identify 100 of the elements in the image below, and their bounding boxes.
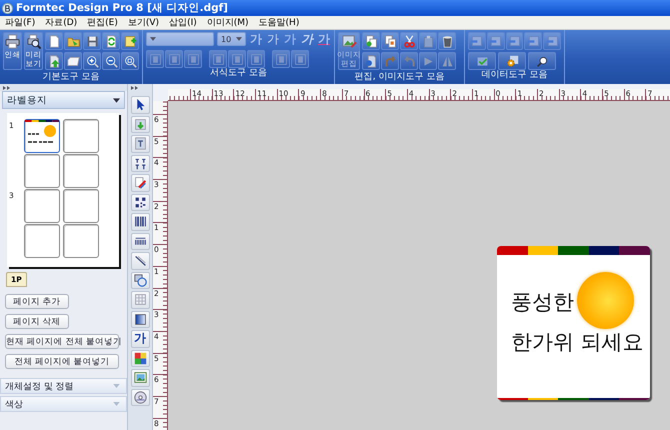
- text-box-icon: [134, 137, 146, 150]
- caret-icon: [113, 402, 120, 406]
- label-cell[interactable]: [24, 154, 60, 188]
- menu-item[interactable]: 보기(V): [128, 16, 160, 29]
- qr-code-icon: [134, 196, 146, 209]
- tool-button[interactable]: [130, 154, 150, 172]
- toolbar-group-label: 기본도구 모음: [42, 72, 100, 83]
- page-arrow-icon: [48, 54, 60, 68]
- menu-item[interactable]: 도움말(H): [258, 16, 300, 29]
- label-cell[interactable]: [24, 224, 60, 258]
- toolbar-button[interactable]: [121, 52, 139, 70]
- pen-icon: [134, 176, 146, 190]
- undo-icon: [402, 54, 416, 68]
- tool-button[interactable]: [130, 350, 150, 367]
- toolbar-button[interactable]: [528, 52, 556, 70]
- copy-icon: [364, 34, 378, 48]
- caret-icon: [150, 37, 156, 41]
- toolbar-button[interactable]: [64, 52, 82, 70]
- design-text: 풍성한: [511, 289, 574, 316]
- preview-icon: [26, 34, 41, 49]
- text-styles-icon: [134, 156, 146, 170]
- image-edit-icon: [342, 34, 356, 49]
- redo-icon: [384, 54, 396, 68]
- label-cell[interactable]: [63, 154, 99, 188]
- font-size-dropdown[interactable]: 10: [217, 32, 246, 46]
- tool-button[interactable]: [130, 174, 150, 192]
- menu-item[interactable]: 파일(F): [5, 16, 36, 29]
- color-grid-icon: [134, 352, 146, 365]
- menu-item[interactable]: 삽입(I): [169, 16, 197, 29]
- toolbar-button[interactable]: [83, 52, 101, 70]
- check-icon: [476, 54, 488, 68]
- tool-button[interactable]: [130, 213, 150, 230]
- toolbar-group-label: 데이터도구 모음: [480, 70, 548, 81]
- align-icon: [148, 52, 162, 66]
- label-cell[interactable]: [63, 224, 99, 258]
- tool-button[interactable]: [130, 369, 150, 386]
- gradient-icon: [134, 312, 146, 326]
- zoom-fit-icon: [124, 54, 136, 68]
- line-icon: [134, 254, 146, 268]
- toolbar-group-label: 서식도구 모음: [209, 68, 268, 79]
- align-icon: [230, 52, 244, 66]
- gear-icon: [506, 54, 518, 68]
- trash-icon: [440, 34, 454, 48]
- align-icon: [186, 52, 200, 66]
- floppy-icon: [86, 34, 98, 48]
- zoom-in-icon: [86, 54, 98, 68]
- toolbar-button[interactable]: [45, 52, 63, 70]
- page-info-icon: [364, 54, 378, 68]
- mirror-icon: [440, 54, 454, 68]
- barcode-icon: [134, 215, 146, 228]
- disc-icon: [134, 390, 146, 404]
- tool-button[interactable]: [130, 194, 150, 211]
- photo-frame-icon: [134, 371, 146, 384]
- design-text: 한가위 되세요: [511, 329, 644, 356]
- section-header[interactable]: 개체설정 및 정렬: [0, 378, 127, 394]
- zoom-out-icon: [104, 54, 118, 68]
- toolbar-button[interactable]: [83, 32, 101, 50]
- triangle-icon: [422, 54, 434, 68]
- tool-button[interactable]: 가: [130, 330, 150, 348]
- panel-button[interactable]: 페이지 추가: [5, 294, 69, 309]
- align-icon: [212, 52, 224, 66]
- copy-icon: [384, 34, 396, 48]
- tool-button[interactable]: [130, 232, 150, 250]
- refresh-icon: [104, 34, 118, 48]
- label-cell[interactable]: [24, 119, 60, 153]
- tool-button[interactable]: [130, 135, 150, 152]
- panel-button[interactable]: 전체 페이지에 붙여넣기: [5, 354, 119, 369]
- toolbar-group-label: 편집, 이미지도구 모음: [354, 72, 446, 83]
- scissors-icon: [402, 34, 416, 48]
- panel-button[interactable]: 현재 페이지에 전체 붙여넣기: [5, 334, 119, 349]
- app-icon: [2, 2, 13, 14]
- tool-button[interactable]: [130, 96, 150, 114]
- caret-icon: [113, 384, 120, 388]
- align-icon: [250, 52, 262, 66]
- toolbar-button[interactable]: [102, 52, 120, 70]
- menu-item[interactable]: 이미지(M): [206, 16, 249, 29]
- panel-button[interactable]: 페이지 삭제: [5, 314, 69, 329]
- tool-button[interactable]: [130, 252, 150, 270]
- magnifier-icon: [536, 54, 548, 68]
- printer-icon: [5, 34, 20, 49]
- blank-page-icon: [66, 54, 80, 68]
- caret-icon: [113, 98, 120, 102]
- section-header[interactable]: 색상: [0, 396, 127, 412]
- shapes-icon: [134, 274, 146, 287]
- sun-circle: [577, 272, 634, 329]
- tool-button[interactable]: [130, 310, 150, 328]
- tool-button[interactable]: [130, 388, 150, 406]
- panel-header[interactable]: 라벨용지: [2, 91, 125, 109]
- page-icon: [48, 34, 60, 48]
- label-cell[interactable]: [63, 119, 99, 153]
- menu-item[interactable]: 편집(E): [87, 16, 118, 29]
- tool-button[interactable]: [130, 272, 150, 289]
- menu-item[interactable]: 자료(D): [45, 16, 78, 29]
- label-cell[interactable]: [24, 189, 60, 223]
- note-icon: [124, 34, 136, 48]
- align-icon: [294, 52, 306, 66]
- window-title: Formtec Design Pro 8 [새 디자인.dgf]: [0, 0, 670, 16]
- image-arrow-icon: [134, 118, 146, 131]
- label-cell[interactable]: [63, 189, 99, 223]
- align-icon: [274, 52, 288, 66]
